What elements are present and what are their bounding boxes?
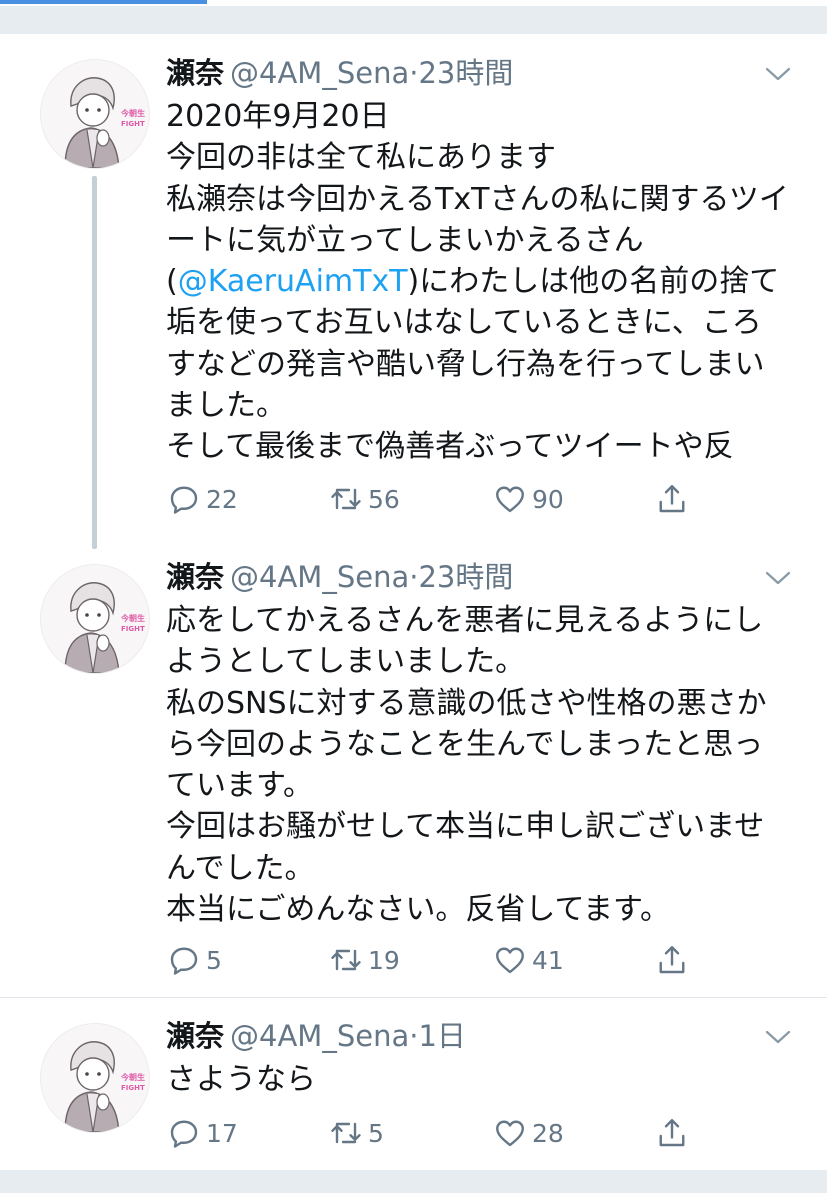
tweet-text-line: 今回はお騒がせして本当に申し訳ございませ (166, 809, 765, 845)
like-icon (496, 486, 524, 513)
reply-button[interactable]: 22 (166, 479, 238, 519)
author-name[interactable]: 瀬奈 (166, 56, 224, 90)
tweet-actions: 17 5 28 (166, 1113, 806, 1153)
avatar-badge-text: FIGHT (121, 625, 145, 633)
like-icon (496, 1120, 524, 1147)
reply-button[interactable]: 17 (166, 1113, 238, 1153)
tweet-header: 瀬奈 @4AM_Sena·23時間 (166, 53, 513, 93)
retweet-count: 5 (368, 1118, 384, 1148)
tweet-text-line: 私のSNSに対する意識の低さや性格の悪さか (166, 685, 767, 721)
retweet-icon (331, 488, 361, 510)
tweet-text-line: 本当にごめんなさい。反省してます。 (166, 892, 670, 928)
avatar[interactable]: 今朝生 FIGHT (40, 1023, 150, 1133)
chevron-down-icon (765, 1030, 791, 1044)
tweet-text-line: すなどの発言や酷い脅し行為を行ってしまい (166, 346, 765, 382)
thread-line (92, 176, 97, 549)
reply-icon (170, 947, 198, 975)
tweet-text-line: 私瀬奈は今回かえるTxTさんの私に関するツイ (166, 181, 789, 217)
avatar-badge-text: 今朝生 (120, 613, 145, 623)
tweet-menu-button[interactable] (763, 64, 793, 84)
tweet-text-segment: ( (166, 264, 178, 300)
author-name[interactable]: 瀬奈 (166, 560, 224, 594)
tweet-text-line: ました。 (166, 388, 286, 424)
like-count: 41 (532, 945, 564, 975)
tweet-text: 2020年9月20日今回の非は全て私にあります私瀬奈は今回かえるTxTさんの私に… (166, 96, 806, 468)
timeline: 今朝生 FIGHT 瀬奈 @4AM_Sena·23時間 2020年9月20日 今回の非は全… (0, 34, 827, 1170)
retweet-button[interactable]: 56 (328, 479, 400, 519)
tweet-header: 瀬奈 @4AM_Sena·1日 (166, 1016, 466, 1056)
like-button[interactable]: 90 (492, 479, 564, 519)
tweet-text-line: さようなら (166, 1062, 316, 1097)
tweet-text-line: 応をしてかえるさんを悪者に見えるようにし (166, 603, 764, 638)
avatar[interactable]: 今朝生 FIGHT (40, 564, 150, 674)
tweet-text-line: 垢を使ってお互いはなしているときに、ころ (166, 305, 762, 341)
tweet-text: さようなら (166, 1059, 806, 1100)
tweet-timestamp[interactable]: 23時間 (418, 560, 513, 594)
author-handle[interactable]: @4AM_Sena (230, 560, 409, 594)
tweet-timestamp[interactable]: 23時間 (418, 56, 513, 90)
tweet-menu-button[interactable] (763, 568, 793, 588)
tweet-text-line: ら今回のようなことを生んでしまったと思っ (166, 726, 764, 762)
tweet-header: 瀬奈 @4AM_Sena·23時間 (166, 557, 513, 597)
retweet-button[interactable]: 19 (328, 940, 400, 980)
like-button[interactable]: 41 (492, 940, 564, 980)
share-button[interactable] (654, 1113, 690, 1153)
reply-icon (170, 486, 198, 514)
avatar[interactable]: 今朝生 FIGHT (40, 59, 150, 169)
tweet-text-line: (@KaeruAimTxT)にわたしは他の名前の捨て (166, 261, 806, 302)
avatar-illustration: 今朝生 FIGHT (41, 1024, 149, 1132)
avatar-badge-text: FIGHT (121, 1084, 145, 1092)
avatar-badge-text: FIGHT (121, 120, 145, 128)
reply-count: 22 (206, 484, 238, 514)
tweet-timestamp[interactable]: 1日 (418, 1019, 465, 1053)
reply-count: 17 (206, 1118, 238, 1148)
tweet-text-line: ートに気が立ってしまいかえるさん (166, 222, 644, 258)
share-icon (659, 946, 685, 974)
retweet-count: 19 (368, 945, 400, 975)
avatar-badge-text: 今朝生 (120, 108, 145, 118)
retweet-button[interactable]: 5 (328, 1113, 384, 1153)
page-load-progress (0, 0, 207, 4)
tweet-menu-button[interactable] (763, 1027, 793, 1047)
avatar-illustration: 今朝生 FIGHT (41, 565, 149, 673)
share-icon (659, 485, 685, 513)
chevron-down-icon (765, 67, 791, 81)
tweet-divider (0, 997, 827, 998)
tweet-actions: 5 19 41 (166, 940, 806, 980)
reply-count: 5 (206, 945, 222, 975)
tweet-text: 応をしてかえるさんを悪者に見えるようにし ようとしてしまいました。私のSNSに対す… (166, 600, 806, 930)
avatar-badge-text: 今朝生 (120, 1072, 145, 1082)
tweet-text-line: ようとしてしまいました。 (166, 644, 526, 680)
retweet-count: 56 (368, 484, 400, 514)
share-button[interactable] (654, 479, 690, 519)
share-button[interactable] (654, 940, 690, 980)
retweet-icon (331, 949, 361, 971)
bottom-gap (0, 1170, 827, 1193)
chevron-down-icon (765, 571, 791, 585)
author-handle[interactable]: @4AM_Sena (230, 1019, 409, 1053)
author-handle[interactable]: @4AM_Sena (230, 56, 409, 90)
like-button[interactable]: 28 (492, 1113, 564, 1153)
retweet-icon (331, 1122, 361, 1144)
tweet-text-line: んでした。 (166, 850, 315, 886)
reply-icon (170, 1120, 198, 1148)
top-gap (0, 6, 827, 34)
like-count: 28 (532, 1118, 564, 1148)
like-count: 90 (532, 484, 564, 514)
avatar-illustration: 今朝生 FIGHT (41, 60, 149, 168)
tweet-text-segment: )にわたしは他の名前の捨て (407, 264, 780, 300)
share-icon (659, 1119, 685, 1147)
tweet-actions: 22 56 90 (166, 479, 806, 519)
author-name[interactable]: 瀬奈 (166, 1019, 224, 1053)
reply-button[interactable]: 5 (166, 940, 222, 980)
mention-link[interactable]: @KaeruAimTxT (178, 264, 408, 299)
like-icon (496, 947, 524, 974)
tweet-text-line: そして最後まで偽善者ぶってツイートや反 (166, 429, 734, 465)
tweet-text-line: 2020年9月20日 (166, 99, 390, 134)
tweet-text-line: 今回の非は全て私にあります (166, 140, 556, 176)
tweet-text-line: ています。 (166, 768, 313, 804)
